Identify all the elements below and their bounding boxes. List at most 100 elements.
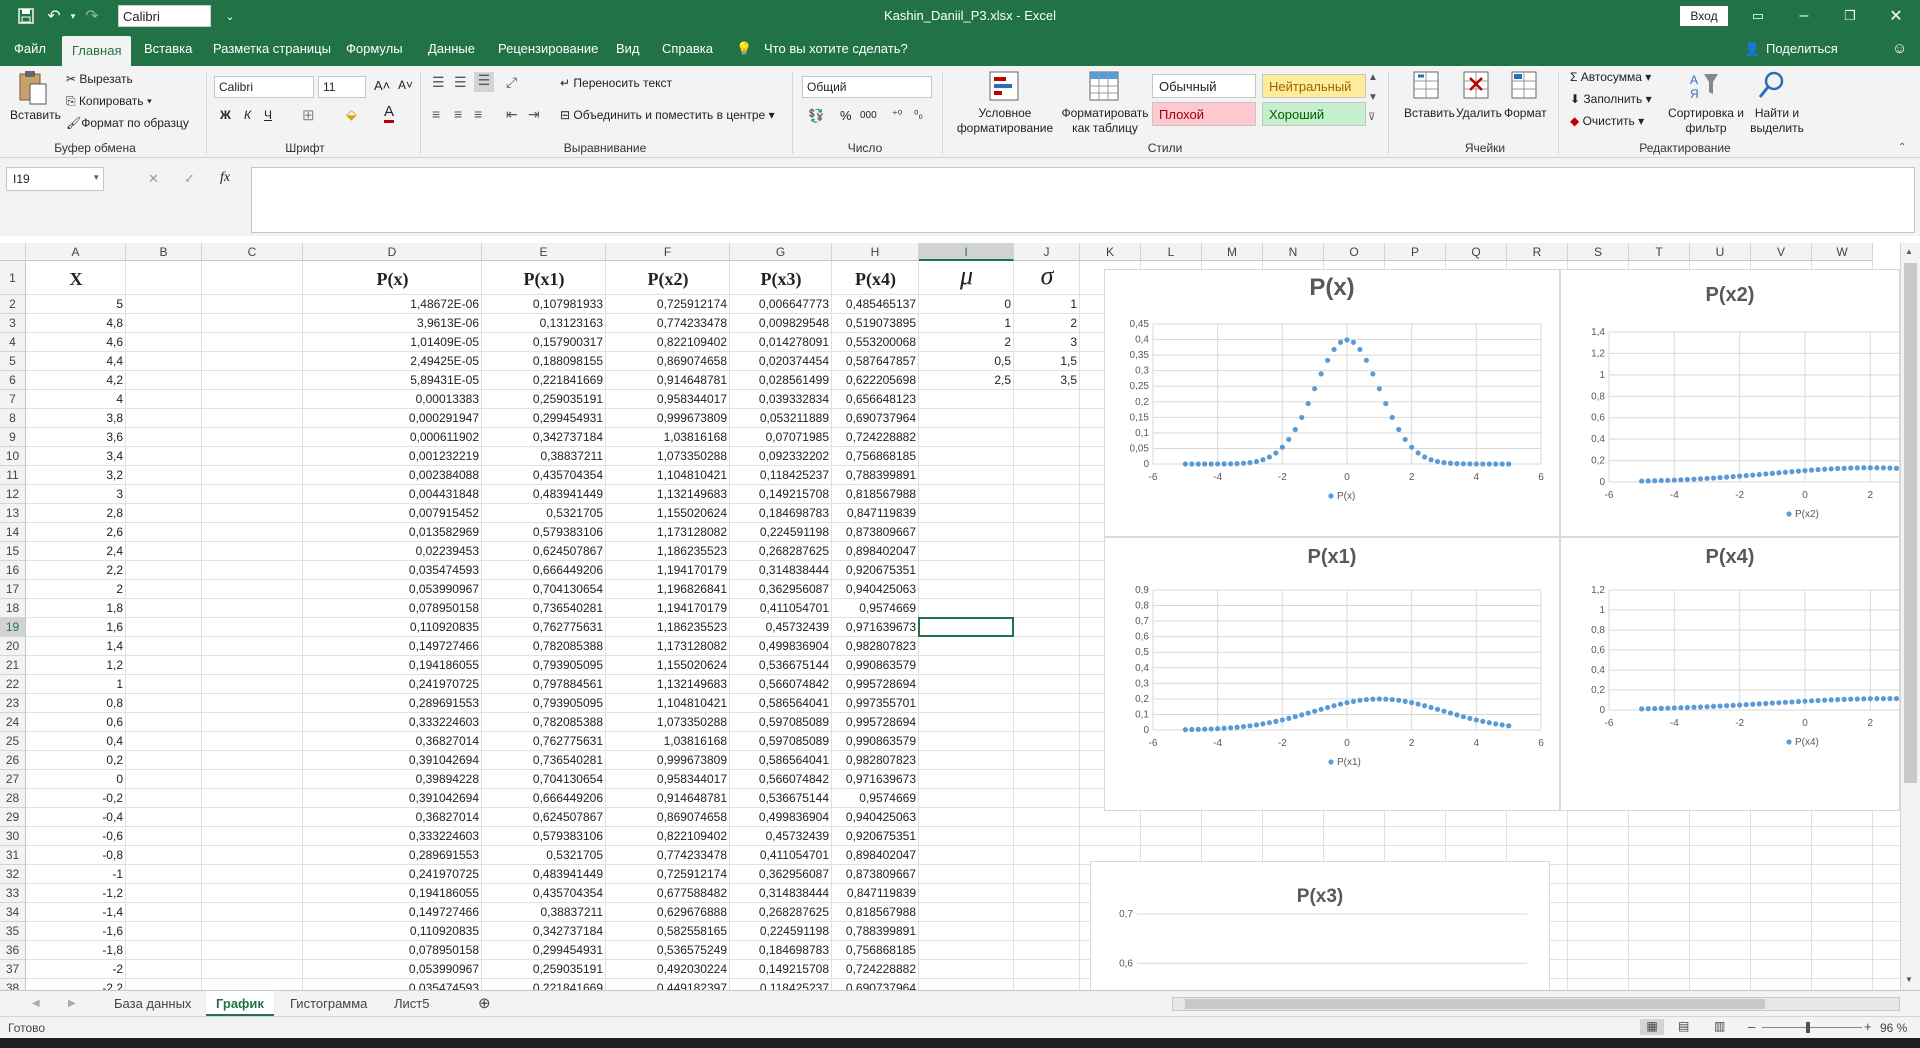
cell-h21[interactable]: 0,990863579 [832, 656, 919, 675]
tab-home[interactable]: Главная [62, 36, 132, 66]
decrease-indent-icon[interactable]: ⇤ [506, 106, 518, 123]
cell-g28[interactable]: 0,536675144 [730, 789, 832, 808]
cell-i7[interactable] [919, 390, 1014, 409]
cell-f37[interactable]: 0,492030224 [606, 960, 730, 979]
cell-j19[interactable] [1014, 618, 1080, 637]
insert-cells-icon[interactable] [1412, 70, 1444, 102]
style-good[interactable]: Хороший [1262, 102, 1366, 126]
name-box[interactable]: I19 [6, 167, 104, 191]
cell-e6[interactable]: 0,221841669 [482, 371, 606, 390]
column-header-c[interactable]: C [202, 243, 303, 261]
chart-5[interactable]: P(x3)0,40,50,60,7 [1090, 861, 1550, 990]
cell-j11[interactable] [1014, 466, 1080, 485]
column-header-p[interactable]: P [1385, 243, 1446, 261]
login-button[interactable]: Вход [1680, 6, 1728, 26]
cell-h6[interactable]: 0,622205698 [832, 371, 919, 390]
fill-color-icon[interactable]: ⬙ [346, 106, 357, 123]
column-header-g[interactable]: G [730, 243, 832, 261]
cell-e7[interactable]: 0,259035191 [482, 390, 606, 409]
header-cell-e[interactable]: P(x1) [482, 269, 606, 290]
row-header-13[interactable]: 13 [0, 504, 26, 523]
cell-h15[interactable]: 0,898402047 [832, 542, 919, 561]
style-bad[interactable]: Плохой [1152, 102, 1256, 126]
row-header-3[interactable]: 3 [0, 314, 26, 333]
column-header-h[interactable]: H [832, 243, 919, 261]
row-header-1[interactable]: 1 [0, 261, 26, 295]
paste-icon[interactable] [16, 70, 48, 105]
increase-decimal-icon[interactable]: ⁺⁰ [892, 108, 902, 121]
cell-e37[interactable]: 0,259035191 [482, 960, 606, 979]
column-header-a[interactable]: A [26, 243, 126, 261]
chart-4[interactable]: P(x4) 0 0,2 0,4 0,6 0,8 1 1,2 -6 -4 -2 0 2 P(x4) [1560, 537, 1900, 811]
cell-h13[interactable]: 0,847119839 [832, 504, 919, 523]
cell-i13[interactable] [919, 504, 1014, 523]
cell-h5[interactable]: 0,587647857 [832, 352, 919, 371]
cell-a23[interactable]: 0,8 [26, 694, 126, 713]
tab-formulas[interactable]: Формулы [346, 32, 403, 66]
cell-e31[interactable]: 0,5321705 [482, 846, 606, 865]
row-header-11[interactable]: 11 [0, 466, 26, 485]
cell-i29[interactable] [919, 808, 1014, 827]
cell-a32[interactable]: -1 [26, 865, 126, 884]
cell-d23[interactable]: 0,289691553 [303, 694, 482, 713]
sheet-tab-histogram[interactable]: Гистограмма [280, 991, 377, 1016]
cell-g35[interactable]: 0,224591198 [730, 922, 832, 941]
cell-j30[interactable] [1014, 827, 1080, 846]
cell-i32[interactable] [919, 865, 1014, 884]
cell-h9[interactable]: 0,724228882 [832, 428, 919, 447]
row-header-5[interactable]: 5 [0, 352, 26, 371]
delete-cells-button[interactable]: Удалить [1456, 106, 1502, 120]
cell-i14[interactable] [919, 523, 1014, 542]
lightbulb-icon[interactable]: 💡 [736, 32, 752, 66]
sort-filter-button[interactable]: Сортировка и фильтр [1666, 106, 1746, 136]
cell-e35[interactable]: 0,342737184 [482, 922, 606, 941]
cell-j26[interactable] [1014, 751, 1080, 770]
cell-j13[interactable] [1014, 504, 1080, 523]
format-cells-button[interactable]: Формат [1504, 106, 1547, 120]
cell-i3[interactable]: 1 [919, 314, 1014, 333]
tab-scroll-left-icon[interactable]: ◀ [22, 991, 50, 1016]
cell-e23[interactable]: 0,793905095 [482, 694, 606, 713]
cell-e34[interactable]: 0,38837211 [482, 903, 606, 922]
cell-a25[interactable]: 0,4 [26, 732, 126, 751]
cell-h27[interactable]: 0,971639673 [832, 770, 919, 789]
format-table-button[interactable]: Форматировать как таблицу [1060, 106, 1150, 136]
cell-a26[interactable]: 0,2 [26, 751, 126, 770]
find-select-button[interactable]: Найти и выделить [1744, 106, 1810, 136]
enter-formula-icon[interactable]: ✓ [184, 171, 195, 187]
cell-d11[interactable]: 0,002384088 [303, 466, 482, 485]
cell-f3[interactable]: 0,774233478 [606, 314, 730, 333]
cell-h29[interactable]: 0,940425063 [832, 808, 919, 827]
cell-j21[interactable] [1014, 656, 1080, 675]
column-header-b[interactable]: B [126, 243, 202, 261]
column-header-o[interactable]: O [1324, 243, 1385, 261]
cell-i18[interactable] [919, 599, 1014, 618]
cell-d34[interactable]: 0,149727466 [303, 903, 482, 922]
cell-a29[interactable]: -0,4 [26, 808, 126, 827]
cell-a6[interactable]: 4,2 [26, 371, 126, 390]
cell-i35[interactable] [919, 922, 1014, 941]
conditional-format-button[interactable]: Условное форматирование [950, 106, 1060, 136]
cell-e12[interactable]: 0,483941449 [482, 485, 606, 504]
save-icon[interactable] [14, 0, 38, 32]
row-header-17[interactable]: 17 [0, 580, 26, 599]
format-cells-icon[interactable] [1510, 70, 1542, 102]
add-sheet-icon[interactable]: ⊕ [468, 991, 501, 1016]
cell-e17[interactable]: 0,704130654 [482, 580, 606, 599]
row-header-19[interactable]: 19 [0, 618, 26, 637]
select-all-corner[interactable] [0, 243, 26, 261]
cell-h34[interactable]: 0,818567988 [832, 903, 919, 922]
cell-f12[interactable]: 1,132149683 [606, 485, 730, 504]
cell-d4[interactable]: 1,01409E-05 [303, 333, 482, 352]
percent-button[interactable]: % [840, 108, 852, 123]
cell-j22[interactable] [1014, 675, 1080, 694]
column-header-w[interactable]: W [1812, 243, 1873, 261]
cell-a12[interactable]: 3 [26, 485, 126, 504]
cell-f38[interactable]: 0,449182397 [606, 979, 730, 990]
cell-e13[interactable]: 0,5321705 [482, 504, 606, 523]
cell-f16[interactable]: 1,194170179 [606, 561, 730, 580]
cell-g30[interactable]: 0,45732439 [730, 827, 832, 846]
undo-dropdown-icon[interactable]: ▾ [68, 0, 78, 32]
cell-j2[interactable]: 1 [1014, 295, 1080, 314]
header-cell-j[interactable]: σ [1014, 261, 1080, 291]
